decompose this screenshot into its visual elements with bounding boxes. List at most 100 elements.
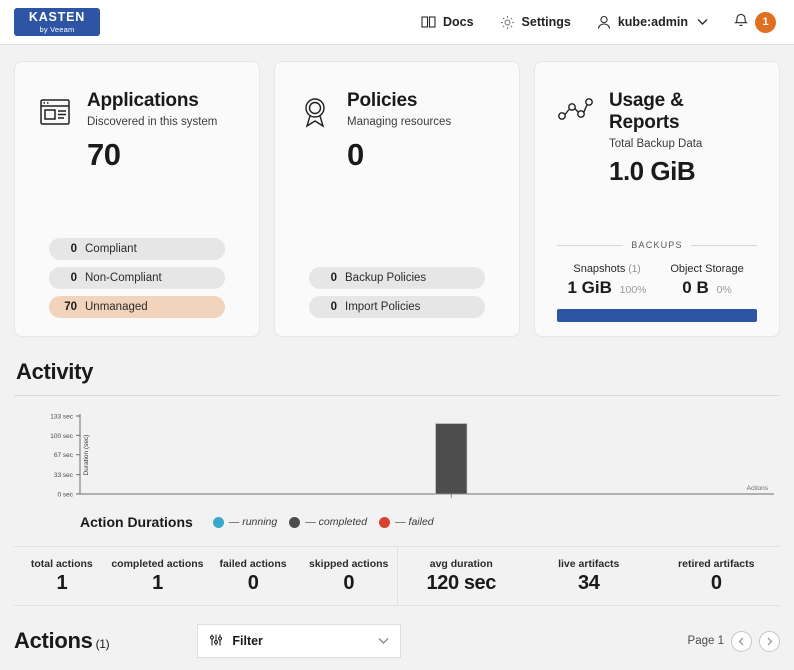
pill-backup-policies-label: Backup Policies — [345, 272, 427, 284]
nav-item-docs[interactable]: Docs — [421, 15, 474, 29]
stat-avg-duration-value: 120 sec — [426, 572, 497, 594]
legend-item-completed[interactable]: — completed — [289, 516, 367, 528]
pill-unmanaged[interactable]: 70 Unmanaged — [49, 296, 225, 318]
pagination-controls: Page 1 — [687, 630, 780, 652]
pill-compliant[interactable]: 0 Compliant — [49, 238, 225, 260]
kasten-logo[interactable]: KASTEN by Veeam — [14, 8, 100, 36]
usage-reports-card[interactable]: Usage & Reports Total Backup Data 1.0 Gi… — [534, 61, 780, 337]
stat-skipped-actions: skipped actions 0 — [301, 558, 397, 595]
actions-title-text: Actions — [14, 628, 93, 653]
stat-skipped-actions-value: 0 — [343, 572, 355, 594]
backup-distribution-bar — [557, 309, 757, 322]
nav-item-settings[interactable]: Settings — [500, 15, 571, 30]
stat-live-artifacts: live artifacts 34 — [525, 558, 653, 595]
legend-label-completed: — completed — [305, 516, 368, 528]
notifications-button[interactable]: 1 — [733, 11, 776, 33]
stat-completed-actions-label: completed actions — [111, 558, 204, 570]
snapshots-value: 1 GiB — [567, 278, 612, 297]
stat-avg-duration-label: avg duration — [429, 558, 493, 570]
legend-dot-failed — [379, 516, 391, 528]
stat-total-actions: total actions 1 — [14, 558, 110, 595]
pill-compliant-count: 0 — [70, 243, 77, 255]
applications-pill-list: 0 Compliant 0 Non-Compliant 70 Unmanaged — [15, 238, 259, 318]
stat-completed-actions: completed actions 1 — [110, 558, 206, 595]
chart-legend-title: Action Durations — [80, 514, 193, 530]
applications-icon — [37, 90, 73, 173]
svg-text:Actions: Actions — [747, 485, 769, 492]
object-storage-value: 0 B — [682, 278, 709, 297]
pill-non-compliant-label: Non-Compliant — [85, 272, 162, 284]
usage-subtitle: Total Backup Data — [609, 137, 703, 150]
legend-label-running: — running — [228, 516, 278, 528]
snapshots-label: Snapshots (1) — [557, 263, 657, 275]
applications-card[interactable]: Applications Discovered in this system 7… — [14, 61, 260, 337]
usage-card-header: Usage & Reports Total Backup Data 1.0 Gi… — [535, 62, 779, 187]
svg-text:67 sec: 67 sec — [54, 452, 74, 459]
stat-skipped-actions-label: skipped actions — [309, 558, 389, 570]
book-icon — [421, 15, 436, 29]
user-icon — [597, 15, 611, 30]
pill-import-policies-count: 0 — [330, 301, 337, 313]
nav-item-user-menu[interactable]: kube:admin — [597, 15, 708, 30]
svg-text:133 sec: 133 sec — [50, 414, 74, 421]
pill-import-policies[interactable]: 0 Import Policies — [309, 296, 485, 318]
snapshots-count: (1) — [628, 264, 641, 275]
next-page-button[interactable] — [759, 630, 780, 652]
snapshots-column: Snapshots (1) 1 GiB 100% — [557, 263, 657, 298]
filter-label: Filter — [232, 634, 263, 648]
filter-dropdown[interactable]: Filter — [197, 624, 402, 658]
nav-label-settings: Settings — [521, 15, 571, 29]
backups-divider-label: BACKUPS — [557, 240, 757, 250]
backup-distribution-bar-fill — [557, 309, 757, 322]
filter-sliders-icon — [209, 633, 223, 650]
notification-count-badge: 1 — [755, 11, 776, 33]
policies-count: 0 — [347, 136, 364, 172]
stat-retired-artifacts-value: 0 — [710, 572, 722, 594]
policies-pill-list: 0 Backup Policies 0 Import Policies — [275, 267, 519, 318]
chart-legend: Action Durations — running — completed —… — [14, 514, 780, 530]
policies-card[interactable]: Policies Managing resources 0 0 Backup P… — [274, 61, 520, 337]
pill-backup-policies[interactable]: 0 Backup Policies — [309, 267, 485, 289]
policies-card-text: Policies Managing resources 0 — [347, 90, 451, 173]
snapshots-value-row: 1 GiB 100% — [557, 278, 657, 298]
gear-icon — [500, 15, 515, 30]
applications-card-text: Applications Discovered in this system 7… — [87, 90, 217, 173]
actions-section-title: Actions (1) — [14, 628, 110, 654]
chevron-down-icon — [697, 18, 708, 26]
legend-item-running[interactable]: — running — [212, 516, 278, 528]
stat-live-artifacts-value: 34 — [578, 572, 600, 594]
logo-primary-text: KASTEN — [28, 10, 86, 24]
snapshots-label-text: Snapshots — [573, 263, 626, 275]
applications-title: Applications — [87, 90, 199, 111]
object-storage-column: Object Storage 0 B 0% — [657, 263, 757, 298]
action-durations-chart[interactable]: 0 sec 33 sec 67 sec 100 sec 133 sec Duration … — [14, 408, 780, 508]
object-storage-percent: 0% — [716, 284, 732, 296]
previous-page-button[interactable] — [731, 630, 752, 652]
usage-reports-icon — [557, 90, 595, 187]
legend-dot-completed — [289, 516, 301, 528]
stat-failed-actions: failed actions 0 — [205, 558, 301, 595]
usage-backups-section: BACKUPS Snapshots (1) 1 GiB 100% Object … — [535, 240, 779, 322]
page-label: Page 1 — [687, 635, 724, 647]
pill-compliant-label: Compliant — [85, 243, 137, 255]
policies-title: Policies — [347, 90, 418, 111]
stat-retired-artifacts-label: retired artifacts — [678, 558, 755, 570]
nav-label-user: kube:admin — [617, 15, 688, 29]
logo-secondary-text: by Veeam — [39, 24, 75, 34]
pill-backup-policies-count: 0 — [330, 272, 337, 284]
activity-stats-row: total actions 1 completed actions 1 fail… — [14, 546, 780, 606]
svg-text:Duration (sec): Duration (sec) — [83, 435, 90, 476]
policies-icon — [297, 90, 333, 173]
object-storage-value-row: 0 B 0% — [657, 278, 757, 298]
pill-non-compliant[interactable]: 0 Non-Compliant — [49, 267, 225, 289]
usage-card-text: Usage & Reports Total Backup Data 1.0 Gi… — [609, 90, 702, 187]
applications-subtitle: Discovered in this system — [87, 115, 218, 128]
top-navigation-bar: KASTEN by Veeam Docs Settings kube:admin… — [0, 0, 794, 45]
stat-failed-actions-value: 0 — [247, 572, 259, 594]
pill-import-policies-label: Import Policies — [345, 301, 421, 313]
legend-item-failed[interactable]: — failed — [379, 516, 434, 528]
applications-count: 70 — [87, 136, 121, 172]
stat-avg-duration: avg duration 120 sec — [398, 558, 526, 595]
stat-live-artifacts-label: live artifacts — [558, 558, 620, 570]
summary-cards-row: Applications Discovered in this system 7… — [14, 61, 780, 337]
